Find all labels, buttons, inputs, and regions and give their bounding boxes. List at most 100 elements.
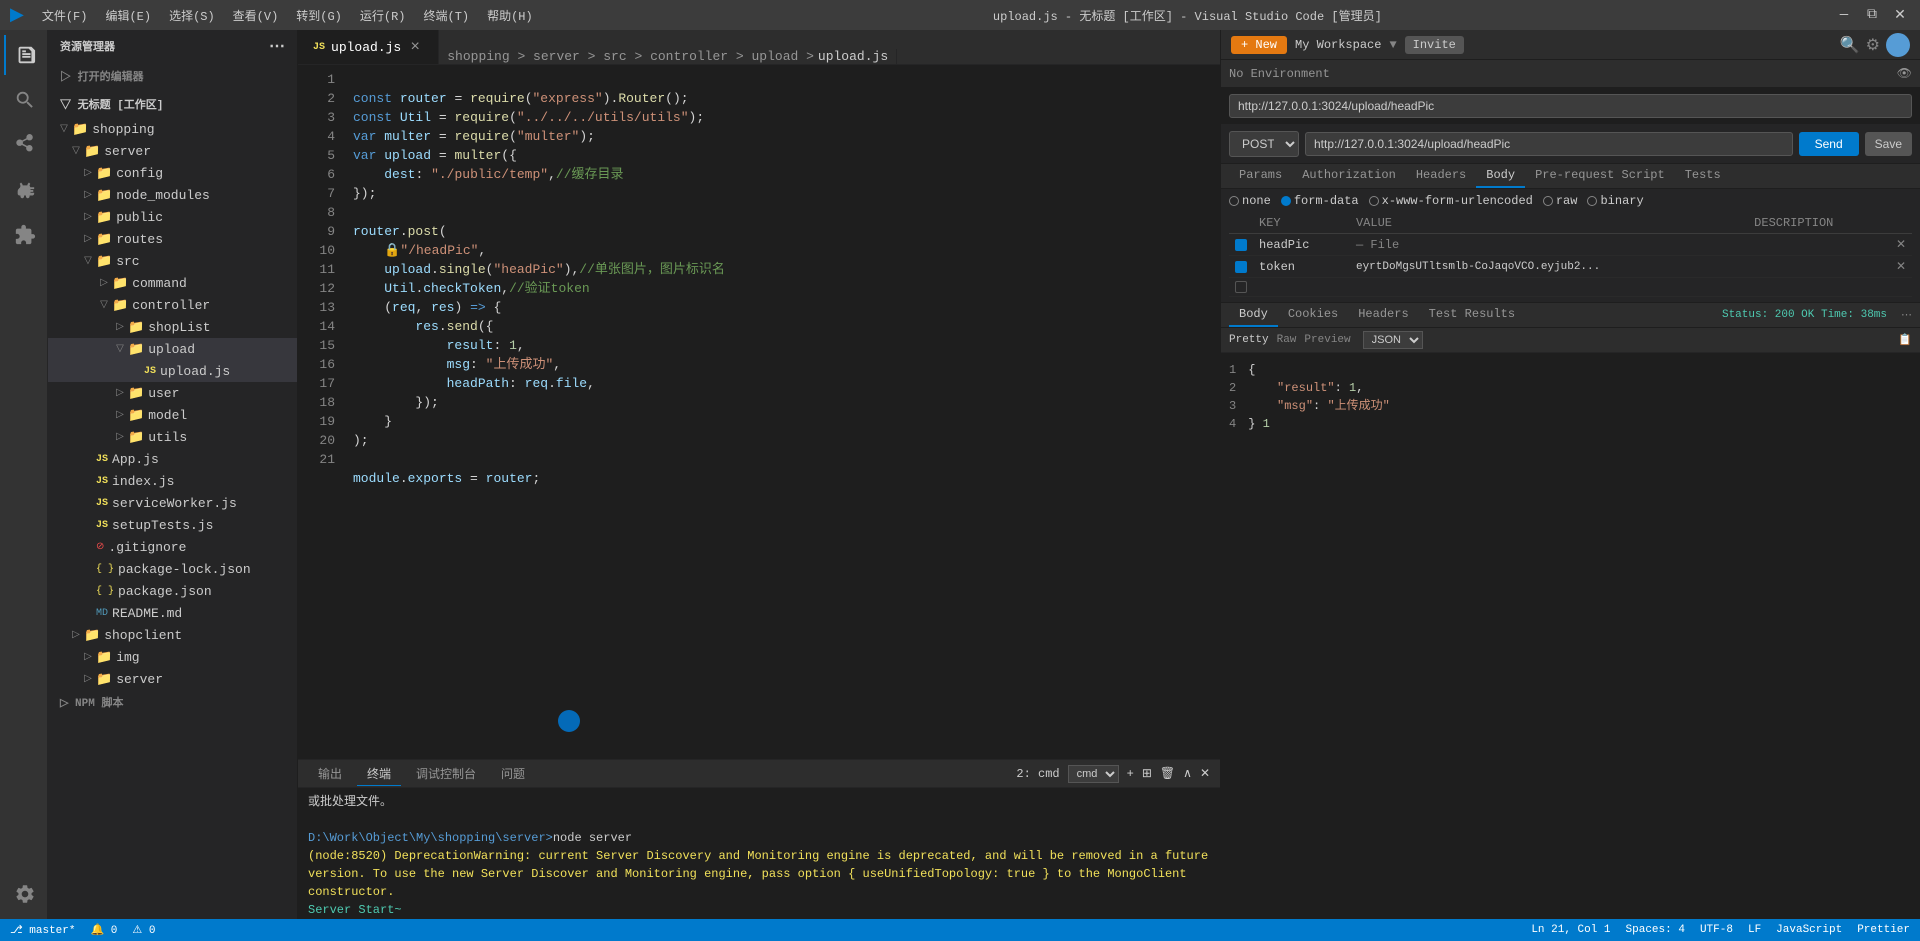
- tree-node-modules[interactable]: ▷ 📁 node_modules: [48, 184, 297, 206]
- body-form-data[interactable]: form-data: [1281, 194, 1359, 208]
- status-spaces[interactable]: Spaces: 4: [1626, 924, 1685, 936]
- tree-shoplist[interactable]: ▷ 📁 shopList: [48, 316, 297, 338]
- code-content[interactable]: const router = require("express").Router…: [343, 65, 1220, 759]
- tree-upload[interactable]: ▽ 📁 upload: [48, 338, 297, 360]
- tree-shopclient-server[interactable]: ▷ 📁 server: [48, 668, 297, 690]
- postman-new-btn[interactable]: + New: [1231, 36, 1287, 54]
- req-tab-auth[interactable]: Authorization: [1292, 164, 1406, 188]
- terminal-content[interactable]: 或批处理文件。 D:\Work\Object\My\shopping\serve…: [298, 788, 1220, 919]
- format-raw[interactable]: Raw: [1277, 334, 1297, 346]
- send-button[interactable]: Send: [1799, 132, 1859, 156]
- panel-tab-debug[interactable]: 调试控制台: [406, 762, 486, 786]
- body-raw[interactable]: raw: [1543, 194, 1578, 208]
- menu-edit[interactable]: 编辑(E): [97, 5, 159, 26]
- tree-package-json[interactable]: { } package.json: [48, 580, 297, 602]
- body-none-radio[interactable]: [1229, 196, 1239, 206]
- menu-file[interactable]: 文件(F): [34, 5, 96, 26]
- row-3-del[interactable]: [1890, 278, 1912, 297]
- row-2-key[interactable]: token: [1253, 256, 1350, 278]
- postman-workspace[interactable]: My Workspace: [1295, 38, 1381, 52]
- tree-utils[interactable]: ▷ 📁 utils: [48, 426, 297, 448]
- postman-search-icon[interactable]: 🔍: [1840, 35, 1860, 55]
- body-form-data-radio[interactable]: [1281, 196, 1291, 206]
- tree-index-js[interactable]: JS index.js: [48, 470, 297, 492]
- status-branch[interactable]: ⎇ master*: [10, 923, 75, 937]
- body-raw-radio[interactable]: [1543, 196, 1553, 206]
- res-tab-test-results[interactable]: Test Results: [1419, 303, 1525, 327]
- terminal-close-icon[interactable]: ✕: [1200, 766, 1210, 781]
- activity-settings[interactable]: [4, 874, 44, 914]
- row-1-desc[interactable]: [1748, 234, 1890, 256]
- response-copy-icon[interactable]: 📋: [1898, 333, 1912, 347]
- minimize-button[interactable]: —: [1834, 5, 1854, 25]
- row-2-desc[interactable]: [1748, 256, 1890, 278]
- status-encoding[interactable]: UTF-8: [1700, 924, 1733, 936]
- req-tab-pre-request[interactable]: Pre-request Script: [1525, 164, 1675, 188]
- tree-gitignore[interactable]: ⊘ .gitignore: [48, 536, 297, 558]
- req-tab-body[interactable]: Body: [1476, 164, 1525, 188]
- sidebar-workspace-header[interactable]: ▽ 无标题 [工作区]: [48, 90, 297, 118]
- menu-view[interactable]: 查看(V): [225, 5, 287, 26]
- row-2-del[interactable]: ✕: [1890, 256, 1912, 278]
- npm-section-header[interactable]: ▷ NPM 脚本: [48, 690, 297, 714]
- row-1-value[interactable]: — File: [1350, 234, 1748, 256]
- tree-shopping[interactable]: ▽ 📁 shopping: [48, 118, 297, 140]
- row-1-del[interactable]: ✕: [1890, 234, 1912, 256]
- status-prettier[interactable]: Prettier: [1857, 924, 1910, 936]
- tree-command[interactable]: ▷ 📁 command: [48, 272, 297, 294]
- row-2-check[interactable]: [1235, 261, 1247, 273]
- tree-src[interactable]: ▽ 📁 src: [48, 250, 297, 272]
- activity-search[interactable]: [4, 80, 44, 120]
- req-tab-tests[interactable]: Tests: [1675, 164, 1731, 188]
- res-tab-headers[interactable]: Headers: [1348, 303, 1418, 327]
- tree-model[interactable]: ▷ 📁 model: [48, 404, 297, 426]
- status-errors[interactable]: 🔔 0: [90, 923, 117, 937]
- format-type-select[interactable]: JSON: [1363, 331, 1423, 349]
- row-1-key[interactable]: headPic: [1253, 234, 1350, 256]
- req-tab-headers[interactable]: Headers: [1406, 164, 1476, 188]
- sidebar-open-editors-header[interactable]: ▷ 打开的编辑器: [48, 62, 297, 90]
- terminal-delete-icon[interactable]: 🗑: [1160, 766, 1175, 781]
- tree-setup-tests[interactable]: JS setupTests.js: [48, 514, 297, 536]
- tree-shopclient-img[interactable]: ▷ 📁 img: [48, 646, 297, 668]
- activity-explorer[interactable]: [4, 35, 44, 75]
- postman-invite-btn[interactable]: Invite: [1405, 36, 1464, 54]
- row-3-key[interactable]: [1253, 278, 1350, 297]
- menu-run[interactable]: 运行(R): [352, 5, 414, 26]
- activity-debug[interactable]: [4, 170, 44, 210]
- panel-tab-output[interactable]: 输出: [308, 762, 352, 786]
- body-urlencoded-radio[interactable]: [1369, 196, 1379, 206]
- status-ln-col[interactable]: Ln 21, Col 1: [1531, 924, 1610, 936]
- postman-no-environment[interactable]: No Environment: [1229, 67, 1330, 81]
- panel-tab-terminal[interactable]: 终端: [357, 762, 401, 786]
- panel-tab-problems[interactable]: 问题: [491, 762, 535, 786]
- format-preview[interactable]: Preview: [1304, 334, 1350, 346]
- menu-goto[interactable]: 转到(G): [288, 5, 350, 26]
- terminal-chevron-up-icon[interactable]: ∧: [1183, 766, 1192, 781]
- row-1-check[interactable]: [1235, 239, 1247, 251]
- postman-environment-icon[interactable]: 👁: [1897, 66, 1912, 81]
- status-language[interactable]: JavaScript: [1776, 924, 1842, 936]
- tree-shopclient[interactable]: ▷ 📁 shopclient: [48, 624, 297, 646]
- menu-terminal[interactable]: 终端(T): [416, 5, 478, 26]
- method-select[interactable]: POST GET PUT DELETE: [1229, 131, 1299, 157]
- tree-server[interactable]: ▽ 📁 server: [48, 140, 297, 162]
- row-3-value[interactable]: [1350, 278, 1748, 297]
- save-button[interactable]: Save: [1865, 132, 1912, 156]
- tree-package-lock[interactable]: { } package-lock.json: [48, 558, 297, 580]
- tree-service-worker[interactable]: JS serviceWorker.js: [48, 492, 297, 514]
- activity-extensions[interactable]: [4, 215, 44, 255]
- tree-app-js[interactable]: JS App.js: [48, 448, 297, 470]
- tab-upload-js[interactable]: JS upload.js ×: [298, 30, 439, 64]
- res-tab-body[interactable]: Body: [1229, 303, 1278, 327]
- status-warnings[interactable]: ⚠ 0: [132, 923, 155, 937]
- body-binary-radio[interactable]: [1587, 196, 1597, 206]
- activity-source-control[interactable]: [4, 125, 44, 165]
- body-urlencoded[interactable]: x-www-form-urlencoded: [1369, 194, 1533, 208]
- tree-upload-js[interactable]: JS upload.js: [48, 360, 297, 382]
- body-none[interactable]: none: [1229, 194, 1271, 208]
- menu-select[interactable]: 选择(S): [161, 5, 223, 26]
- body-binary[interactable]: binary: [1587, 194, 1643, 208]
- postman-settings-icon[interactable]: ⚙: [1866, 35, 1880, 55]
- tree-user[interactable]: ▷ 📁 user: [48, 382, 297, 404]
